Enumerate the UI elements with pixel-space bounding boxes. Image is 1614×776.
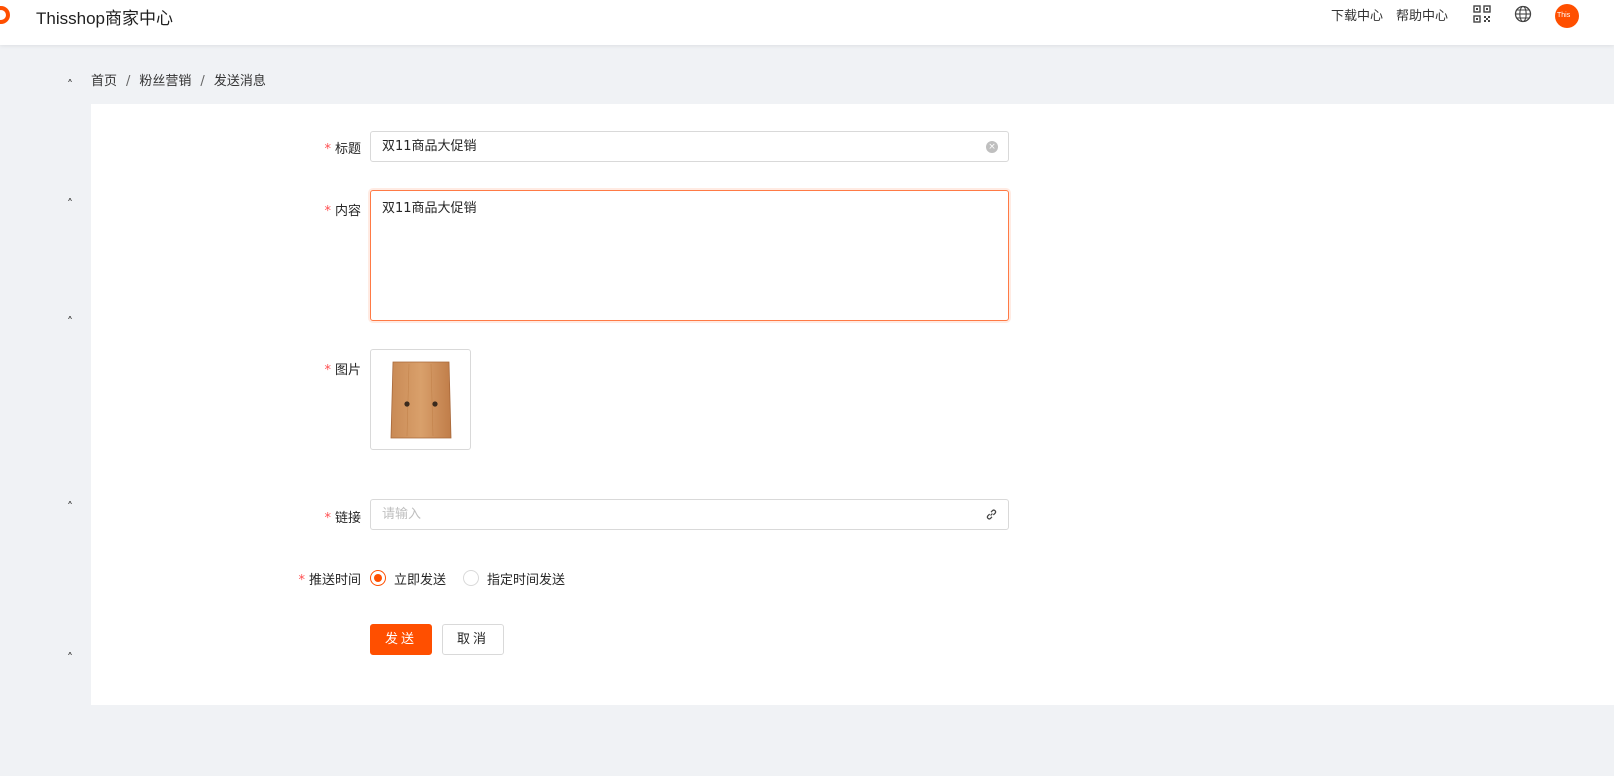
send-button[interactable]: 发送 [370,624,432,655]
download-center-link[interactable]: 下载中心 [1331,5,1383,24]
user-avatar[interactable]: This [1555,4,1579,28]
title-input[interactable]: 双11商品大促销 × [370,131,1009,162]
title-label: * 标题 [324,142,361,157]
link-label: * 链接 [324,511,361,526]
top-header: Thisshop商家中心 下载中心 帮助中心 This [0,0,1614,45]
brand-title: Thisshop商家中心 [36,9,173,28]
chevron-up-icon[interactable]: ˄ [63,197,77,211]
content-label: * 内容 [324,204,361,219]
content-textarea[interactable]: 双11商品大促销 [370,190,1009,321]
logo-icon [0,6,10,24]
breadcrumb-send-message: 发送消息 [213,74,266,89]
breadcrumb: 首页 / 粉丝营销 / 发送消息 [91,70,266,89]
clear-icon[interactable]: × [986,141,998,153]
push-time-label: * 推送时间 [298,573,361,588]
radio-send-now[interactable] [370,570,386,586]
radio-scheduled-send[interactable] [463,570,479,586]
chevron-up-icon[interactable]: ˄ [63,78,77,92]
form-card: * 标题 双11商品大促销 × * 内容 双11商品大促销 * 图片 * 链接 … [91,104,1614,705]
breadcrumb-separator: / [200,74,205,89]
chevron-up-icon[interactable]: ˄ [63,315,77,329]
radio-send-now-label[interactable]: 立即发送 [394,569,446,588]
breadcrumb-fan-marketing[interactable]: 粉丝营销 [139,74,191,89]
chevron-up-icon[interactable]: ˄ [63,651,77,665]
link-input[interactable]: 请输入 [370,499,1009,530]
qrcode-icon[interactable] [1473,5,1491,23]
chevron-up-icon[interactable]: ˄ [63,500,77,514]
breadcrumb-separator: / [126,74,131,89]
uploaded-image-thumbnail [390,361,452,439]
link-icon [986,509,997,520]
radio-scheduled-send-label[interactable]: 指定时间发送 [487,569,565,588]
breadcrumb-home[interactable]: 首页 [91,74,117,89]
help-center-link[interactable]: 帮助中心 [1396,5,1448,24]
cancel-button[interactable]: 取消 [442,624,504,655]
image-label: * 图片 [324,363,361,378]
globe-icon[interactable] [1514,5,1532,23]
image-upload[interactable] [370,349,471,450]
